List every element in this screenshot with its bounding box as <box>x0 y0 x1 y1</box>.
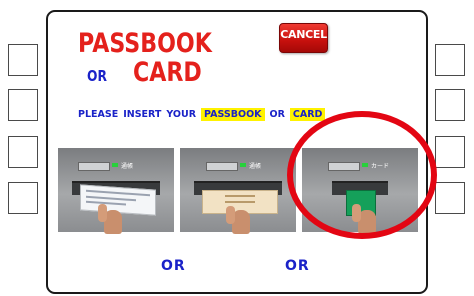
passbook-slot-panel: 通帳 <box>180 148 296 234</box>
instruction-text: PLEASE INSERT YOUR PASSBOOK OR CARD <box>78 108 330 121</box>
title-card: CARD <box>133 57 202 88</box>
instruction-card-highlight: CARD <box>289 108 326 121</box>
highlight-circle <box>287 111 437 239</box>
indicator-light <box>240 163 246 167</box>
finger <box>98 204 107 222</box>
label-plate <box>206 162 238 171</box>
side-button-right-3[interactable] <box>435 136 465 168</box>
side-button-right-4[interactable] <box>435 182 465 214</box>
side-button-left-4[interactable] <box>8 182 38 214</box>
side-button-left-3[interactable] <box>8 136 38 168</box>
slot-label: 通帳 <box>121 163 134 170</box>
separator-or: OR <box>161 258 186 274</box>
instruction-word: PLEASE <box>78 109 119 120</box>
title-passbook: PASSBOOK <box>78 28 212 59</box>
separator-or: OR <box>285 258 310 274</box>
title-or: OR <box>87 67 107 85</box>
instruction-word: INSERT <box>123 109 162 120</box>
cancel-button[interactable]: CANCEL <box>279 23 328 53</box>
side-button-right-1[interactable] <box>435 44 465 76</box>
indicator-light <box>112 163 118 167</box>
side-button-left-2[interactable] <box>8 89 38 121</box>
passbook-slot-panel: 通帳 <box>58 148 174 234</box>
slot-label: 通帳 <box>249 163 262 170</box>
instruction-word: YOUR <box>166 109 197 120</box>
side-button-right-2[interactable] <box>435 89 465 121</box>
instruction-passbook-highlight: PASSBOOK <box>201 108 265 121</box>
side-button-left-1[interactable] <box>8 44 38 76</box>
finger <box>226 206 235 224</box>
label-plate <box>78 162 110 171</box>
instruction-word: OR <box>269 109 285 120</box>
